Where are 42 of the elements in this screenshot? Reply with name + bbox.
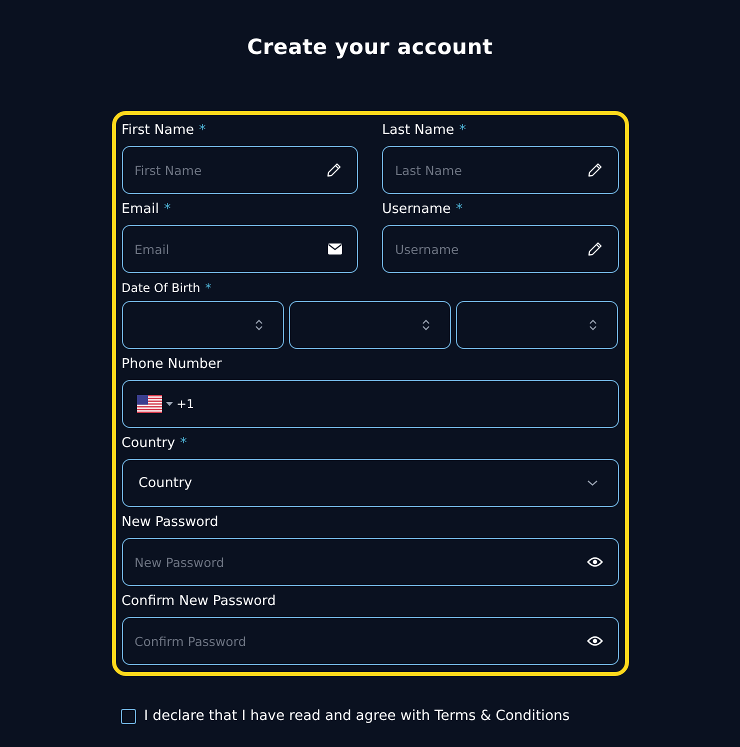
stepper-icon [254,319,263,331]
required-asterisk: * [205,281,212,295]
phone-field[interactable]: +1 [122,380,618,428]
agreement-text: I declare that I have read and agree with Terms & Conditions [144,708,570,724]
eye-icon[interactable] [586,635,602,647]
pencil-icon [586,162,602,178]
stepper-icon [589,319,598,331]
agree-checkbox[interactable] [121,708,136,724]
field-label: Last Name [382,122,454,138]
field-label: Date Of Birth [122,281,200,295]
dial-code: +1 [176,397,194,411]
input-field[interactable]: New Password [122,538,618,586]
input-field[interactable]: Username [382,225,618,273]
field-label: Confirm New Password [122,593,276,609]
required-asterisk: * [164,201,171,217]
required-asterisk: * [180,435,187,451]
flag-icon[interactable] [136,395,162,413]
field-label: Email [122,201,159,217]
field-label: Country [122,435,176,451]
field-label: First Name [122,122,194,138]
country-select[interactable]: Country [122,459,618,507]
required-asterisk: * [199,122,206,138]
field-label: New Password [122,514,218,530]
input-field[interactable]: Last Name [382,146,618,194]
pencil-icon [586,241,602,257]
stepper-icon [422,319,430,331]
caret-icon [166,402,172,406]
required-asterisk: * [456,201,463,217]
input-field[interactable]: Confirm Password [122,617,618,665]
envelope-icon [328,244,342,254]
input-field[interactable]: Email [122,225,358,273]
pencil-icon [326,162,342,178]
chevron-down-icon [586,480,598,486]
eye-icon[interactable] [586,556,602,568]
date-select[interactable] [456,301,618,349]
required-asterisk: * [459,122,466,138]
field-label: Phone Number [122,356,222,372]
field-label: Username [382,201,451,217]
date-select[interactable] [122,301,284,349]
date-select[interactable] [288,301,452,349]
input-field[interactable]: First Name [122,146,358,194]
page-title: Create your account [247,34,493,61]
